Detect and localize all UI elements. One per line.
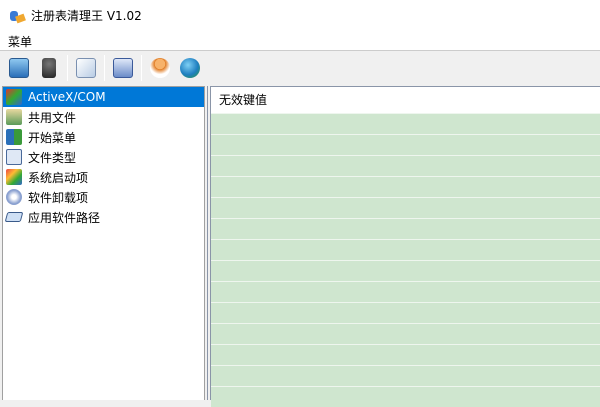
empty-list-row bbox=[211, 197, 600, 218]
scan-button[interactable] bbox=[6, 55, 32, 81]
toolbar-separator bbox=[104, 55, 105, 81]
user-icon bbox=[150, 58, 170, 78]
help-button[interactable] bbox=[177, 55, 203, 81]
sidebar-item-start-menu[interactable]: 开始菜单 bbox=[3, 127, 204, 147]
sidebar-item-activex[interactable]: ActiveX/COM bbox=[3, 87, 204, 107]
document-icon bbox=[76, 58, 96, 78]
empty-list-row bbox=[211, 113, 600, 134]
window-title: 注册表清理王 V1.02 bbox=[31, 9, 142, 23]
title-bar: 注册表清理王 V1.02 bbox=[0, 0, 600, 31]
toolbar-separator bbox=[67, 55, 68, 81]
empty-list-row bbox=[211, 302, 600, 323]
empty-list-row bbox=[211, 155, 600, 176]
sidebar-item-shared-files[interactable]: 共用文件 bbox=[3, 107, 204, 127]
restore-button[interactable] bbox=[110, 55, 136, 81]
category-tree[interactable]: ActiveX/COM 共用文件 开始菜单 文件类型 系统启动项 软件卸载项 应… bbox=[2, 86, 205, 400]
help-globe-icon bbox=[180, 58, 200, 78]
clean-button[interactable] bbox=[36, 55, 62, 81]
toolbar bbox=[0, 52, 600, 84]
sidebar-item-app-paths[interactable]: 应用软件路径 bbox=[3, 207, 204, 227]
empty-list-row bbox=[211, 134, 600, 155]
empty-list-row bbox=[211, 323, 600, 344]
menu-item-menu[interactable]: 菜单 bbox=[8, 33, 32, 50]
empty-list-row bbox=[211, 365, 600, 386]
empty-list-row bbox=[211, 344, 600, 365]
scan-monitor-icon bbox=[9, 58, 29, 78]
empty-list-row bbox=[211, 386, 600, 407]
sidebar-item-startup[interactable]: 系统启动项 bbox=[3, 167, 204, 187]
empty-list-row bbox=[211, 239, 600, 260]
app-icon bbox=[9, 8, 26, 24]
app-path-icon bbox=[4, 212, 24, 222]
uninstall-icon bbox=[6, 189, 22, 205]
empty-list-row bbox=[211, 281, 600, 302]
empty-list-row bbox=[211, 176, 600, 197]
results-list[interactable]: 无效键值 bbox=[210, 86, 600, 407]
column-header-invalid-keys[interactable]: 无效键值 bbox=[211, 87, 600, 113]
toolbar-separator bbox=[141, 55, 142, 81]
shared-file-icon bbox=[6, 109, 22, 125]
sidebar-item-file-types[interactable]: 文件类型 bbox=[3, 147, 204, 167]
activex-icon bbox=[6, 89, 22, 105]
empty-list-row bbox=[211, 260, 600, 281]
broom-clean-icon bbox=[42, 58, 56, 78]
file-type-icon bbox=[6, 149, 22, 165]
sidebar-item-uninstall[interactable]: 软件卸载项 bbox=[3, 187, 204, 207]
restore-icon bbox=[113, 58, 133, 78]
start-menu-icon bbox=[6, 129, 22, 145]
log-button[interactable] bbox=[73, 55, 99, 81]
menu-bar: 菜单 bbox=[0, 31, 600, 51]
empty-list-row bbox=[211, 218, 600, 239]
startup-icon bbox=[6, 169, 22, 185]
about-button[interactable] bbox=[147, 55, 173, 81]
